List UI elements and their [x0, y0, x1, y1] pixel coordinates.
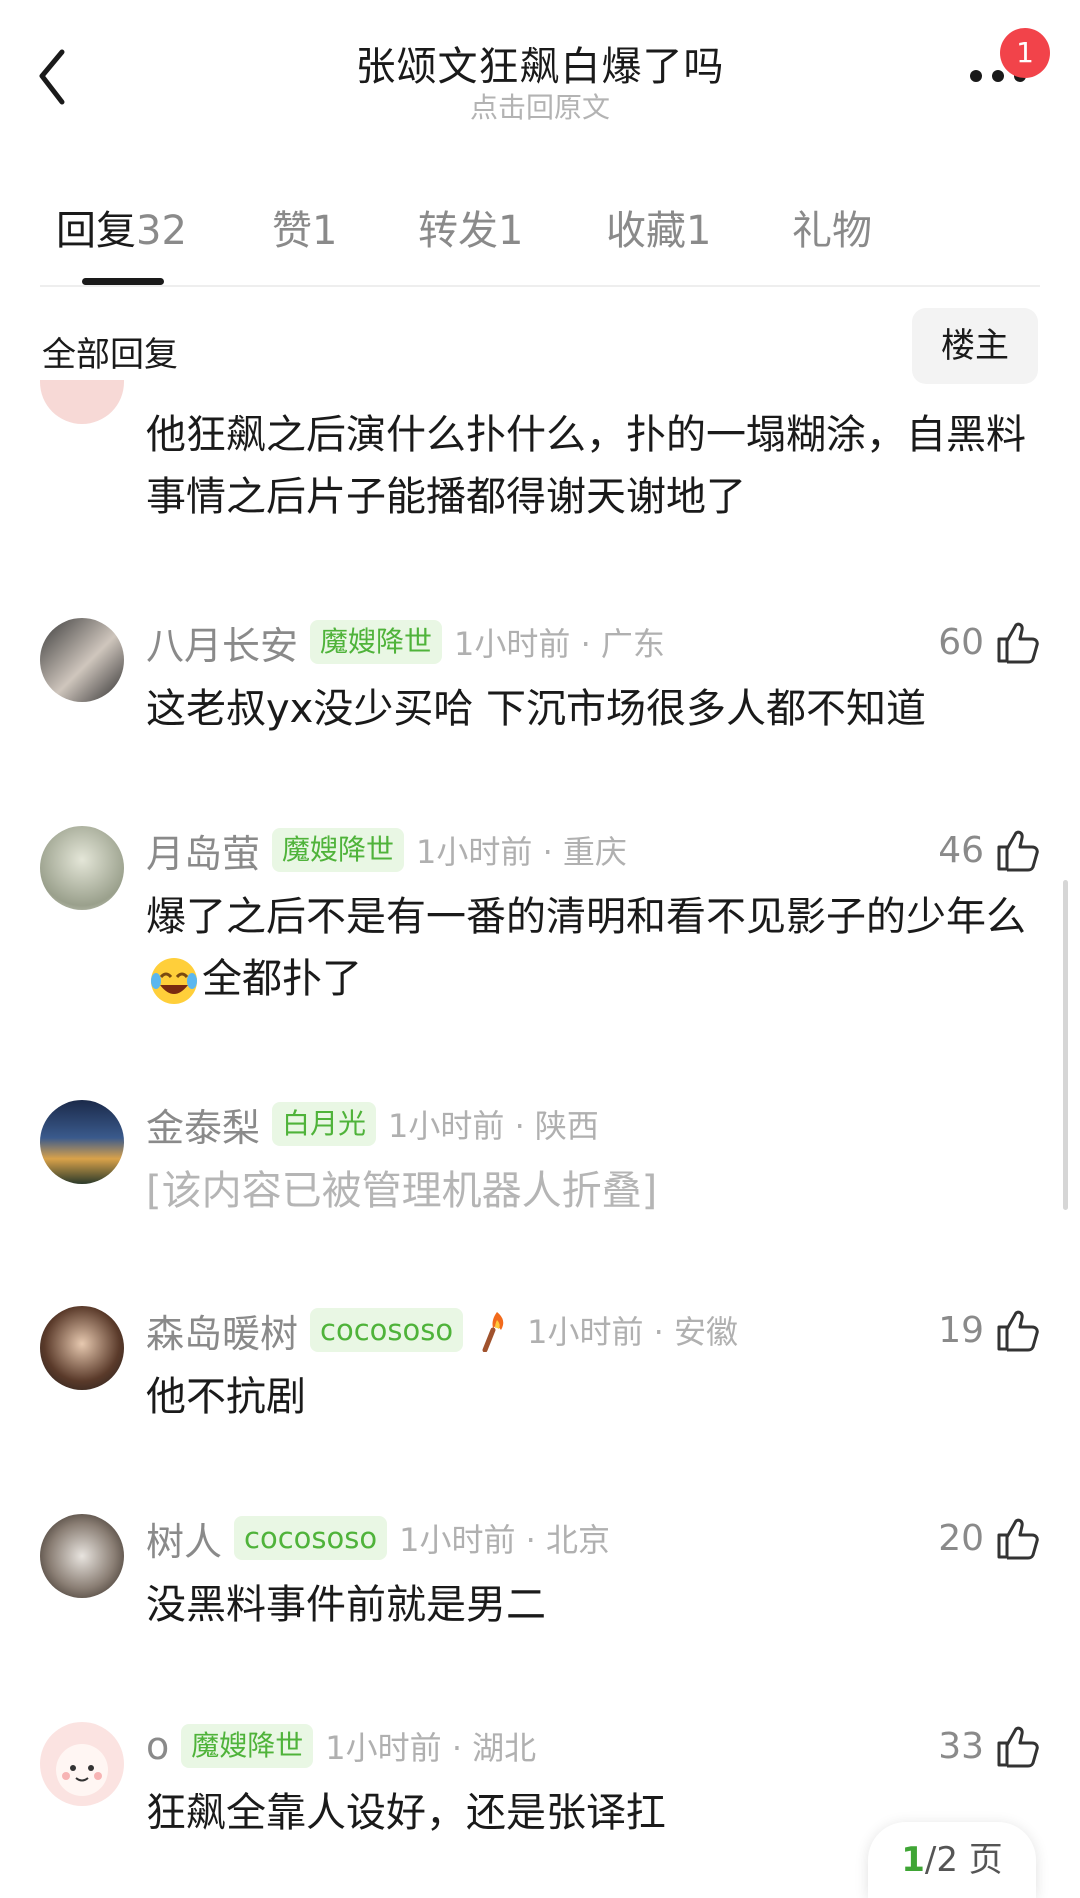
like-button[interactable]: 46	[938, 822, 1040, 878]
like-button[interactable]: 20	[938, 1510, 1040, 1566]
op-only-filter-button[interactable]: 楼主	[912, 308, 1038, 384]
avatar[interactable]	[40, 826, 124, 910]
comment-meta: 八月长安 魔嫂降世 1小时前 · 广东	[146, 614, 665, 670]
like-count: 60	[938, 621, 984, 663]
avatar[interactable]	[40, 380, 124, 424]
timestamp-location: 1小时前 · 湖北	[325, 1729, 537, 1767]
active-tab-indicator	[82, 278, 164, 285]
tab-replies[interactable]: 回复32	[56, 198, 187, 256]
tab-label: 礼物	[792, 208, 872, 254]
like-button[interactable]: 19	[938, 1302, 1040, 1358]
thumbs-up-icon	[997, 622, 1039, 664]
comment-text: 他不抗剧	[146, 1374, 306, 1420]
avatar[interactable]	[40, 1100, 124, 1184]
avatar[interactable]	[40, 618, 124, 702]
tab-label: 回复	[56, 208, 136, 254]
avatar[interactable]	[40, 1306, 124, 1390]
thumbs-up-icon	[997, 830, 1039, 872]
like-count: 19	[938, 1309, 984, 1351]
fan-badge[interactable]: cocososo	[310, 1308, 464, 1352]
post-title[interactable]: 张颂文狂飙白爆了吗	[0, 34, 1080, 92]
cartoon-face-icon	[56, 1744, 108, 1796]
thumbs-up-icon	[997, 1518, 1039, 1560]
like-button[interactable]: 33	[938, 1718, 1040, 1774]
like-count: 33	[938, 1725, 984, 1767]
tab-favorites[interactable]: 收藏1	[606, 198, 711, 256]
tab-label: 收藏	[606, 208, 686, 254]
page-suffix: 页	[968, 1840, 1003, 1880]
comment-meta: 森岛暖树 cocososo 1小时前 · 安徽	[146, 1302, 738, 1358]
back-to-original-link[interactable]: 点击回原文	[0, 86, 1080, 126]
comment-meta: 树人 cocososo 1小时前 · 北京	[146, 1510, 610, 1566]
section-title: 全部回复	[42, 335, 178, 375]
tab-label: 转发	[418, 208, 498, 254]
username[interactable]: 月岛萤	[146, 823, 260, 878]
timestamp-location: 1小时前 · 陕西	[388, 1107, 599, 1145]
fan-badge[interactable]: 白月光	[272, 1102, 377, 1146]
like-count: 20	[938, 1517, 984, 1559]
avatar[interactable]	[40, 1514, 124, 1598]
tab-label: 赞	[272, 208, 312, 254]
like-count: 46	[938, 829, 984, 871]
page-indicator[interactable]: 1/2 页	[868, 1822, 1036, 1898]
username[interactable]: 森岛暖树	[146, 1303, 298, 1358]
notification-badge: 1	[1000, 28, 1050, 78]
timestamp-location: 1小时前 · 北京	[399, 1521, 610, 1559]
thumbs-up-icon	[997, 1310, 1039, 1352]
page-current: 1	[901, 1840, 925, 1880]
tab-count: 1	[312, 208, 338, 254]
comment-meta: 月岛萤 魔嫂降世 1小时前 · 重庆	[146, 822, 627, 878]
fan-badge[interactable]: 魔嫂降世	[181, 1724, 314, 1768]
comment-text: 他狂飙之后演什么扑什么，扑的一塌糊涂，自黑料事情之后片子能播都得谢天谢地了	[146, 412, 1026, 520]
tab-count: 1	[686, 208, 712, 254]
thumbs-up-icon	[997, 1726, 1039, 1768]
avatar[interactable]	[40, 1722, 124, 1806]
username[interactable]: o	[146, 1724, 169, 1768]
fan-badge[interactable]: 魔嫂降世	[272, 828, 405, 872]
tab-count: 32	[136, 208, 187, 254]
like-button[interactable]: 60	[938, 614, 1040, 670]
timestamp-location: 1小时前 · 广东	[454, 625, 665, 663]
comment-text: 这老叔yx没少买哈 下沉市场很多人都不知道	[146, 686, 927, 732]
comment-meta: o 魔嫂降世 1小时前 · 湖北	[146, 1718, 536, 1774]
username[interactable]: 八月长安	[146, 615, 298, 670]
divider	[40, 285, 1040, 287]
top-bar: 张颂文狂飙白爆了吗 点击回原文 1	[0, 0, 1080, 150]
scrollbar[interactable]	[1063, 880, 1068, 1210]
comment-meta: 金泰梨 白月光 1小时前 · 陕西	[146, 1096, 599, 1152]
fan-badge[interactable]: cocososo	[234, 1516, 388, 1560]
timestamp-location: 1小时前 · 安徽	[527, 1313, 738, 1351]
page-total: /2	[924, 1840, 958, 1880]
tab-bar: 回复32 赞1 转发1 收藏1 礼物	[40, 198, 1040, 288]
tab-likes[interactable]: 赞1	[272, 198, 337, 256]
username[interactable]: 树人	[146, 1511, 222, 1566]
laugh-crying-emoji-icon	[151, 958, 197, 1004]
comment-text: 没黑料事件前就是男二	[146, 1582, 546, 1628]
collapsed-comment-text[interactable]: [该内容已被管理机器人折叠]	[146, 1160, 1026, 1222]
fan-badge[interactable]: 魔嫂降世	[310, 620, 443, 664]
username[interactable]: 金泰梨	[146, 1097, 260, 1152]
timestamp-location: 1小时前 · 重庆	[416, 833, 627, 871]
comment-text: 爆了之后不是有一番的清明和看不见影子的少年么全都扑了	[146, 886, 1026, 1010]
tab-gifts[interactable]: 礼物	[792, 198, 872, 256]
tab-reposts[interactable]: 转发1	[418, 198, 523, 256]
tab-count: 1	[498, 208, 524, 254]
torch-icon	[482, 1312, 504, 1352]
